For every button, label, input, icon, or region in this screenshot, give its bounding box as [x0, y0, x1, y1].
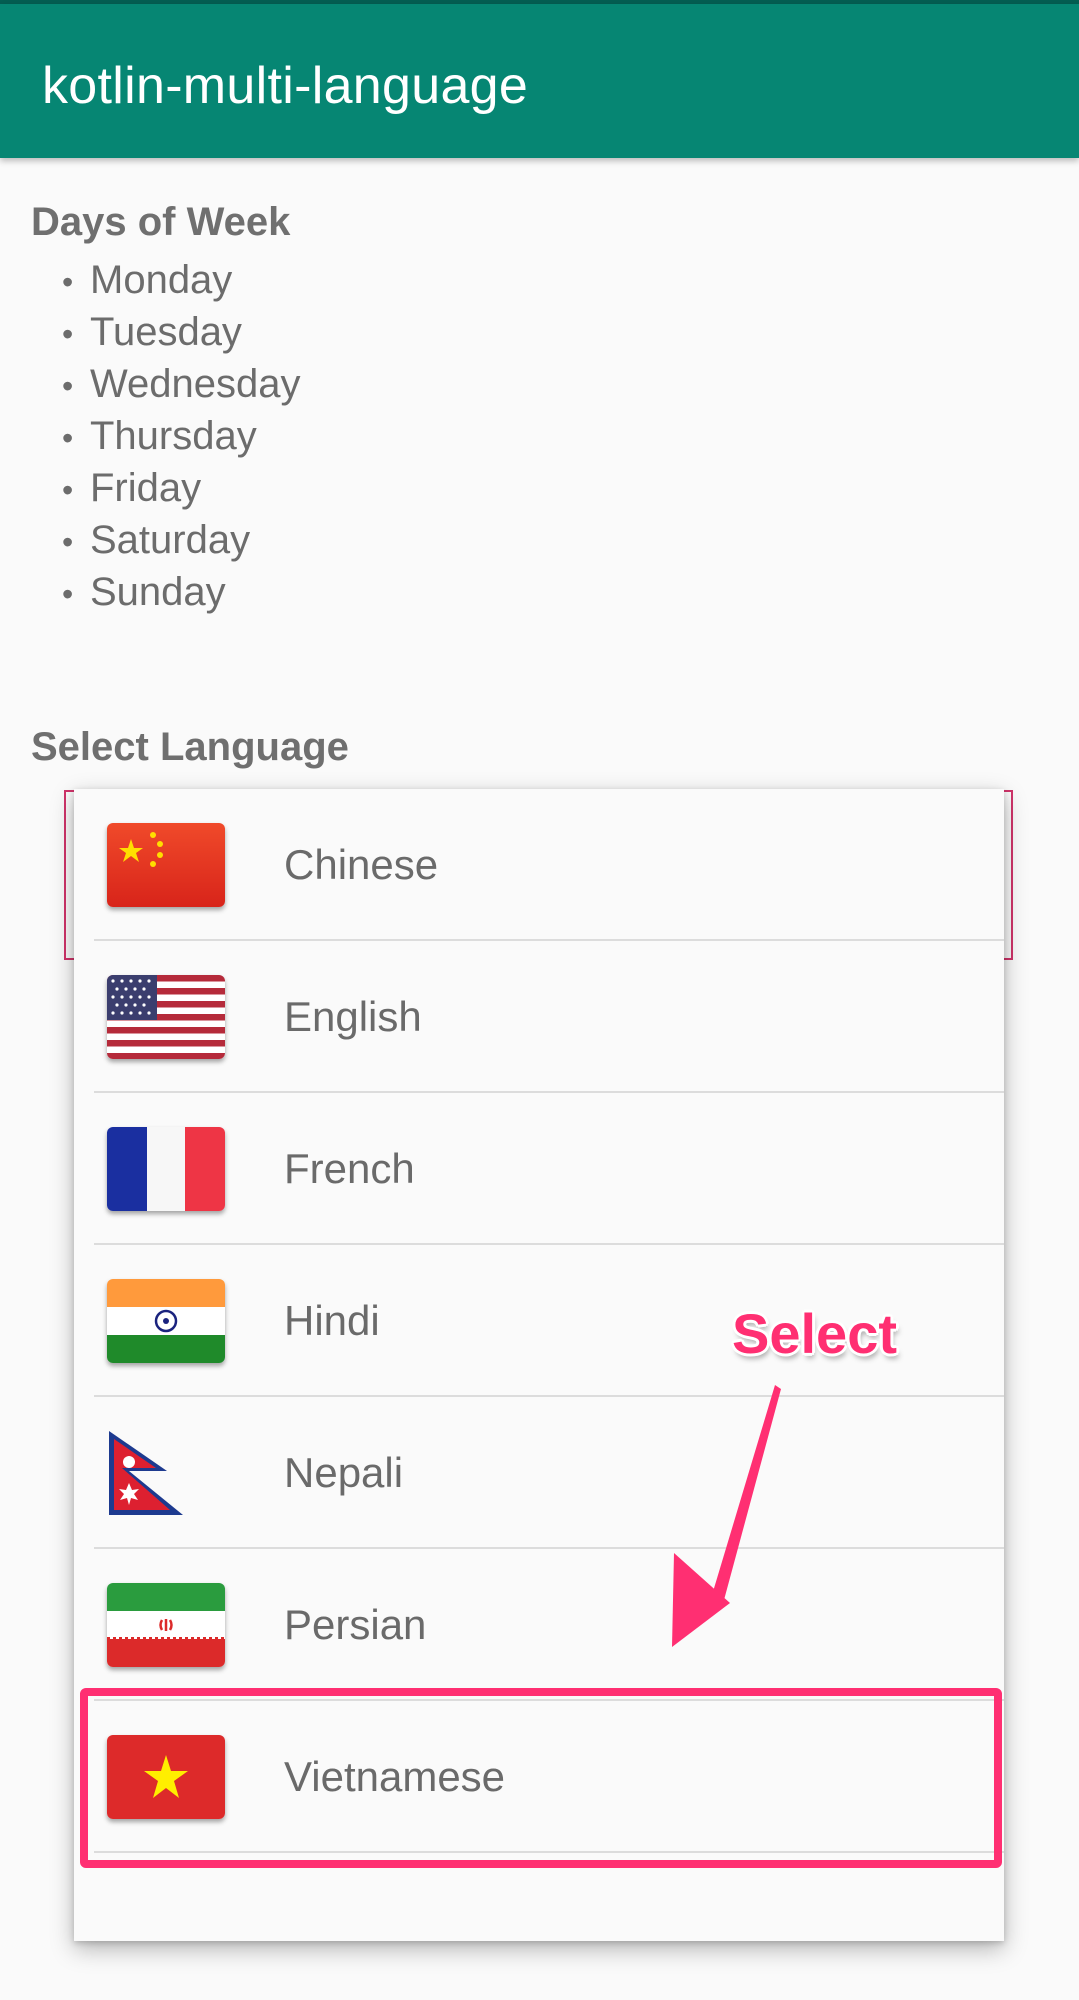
list-item: • Friday — [62, 466, 202, 510]
select-annotation: Select — [732, 1302, 897, 1365]
list-item: • Tuesday — [62, 310, 242, 354]
usa-flag-icon — [107, 975, 225, 1059]
china-flag-icon — [107, 823, 225, 907]
language-section-title: Select Language — [31, 725, 349, 769]
days-list: • Monday • Tuesday • Wednesday • Thursday • F… — [62, 254, 301, 618]
france-flag-icon — [107, 1127, 225, 1211]
iran-flag-icon — [107, 1583, 225, 1667]
list-item: • Thursday — [62, 414, 257, 458]
language-label: French — [284, 1145, 415, 1192]
language-option-persian[interactable]: Persian — [74, 1549, 1004, 1701]
india-flag-icon — [107, 1279, 225, 1363]
app-bar: kotlin-multi-language — [0, 4, 1079, 158]
language-label: Nepali — [284, 1449, 404, 1496]
language-option-english[interactable]: English — [74, 941, 1004, 1093]
language-option-french[interactable]: French — [74, 1093, 1004, 1245]
language-option-chinese[interactable]: Chinese — [74, 789, 1004, 941]
list-item: • Saturday — [62, 518, 251, 562]
list-item: • Sunday — [62, 570, 226, 614]
language-option-nepali[interactable]: Nepali — [74, 1397, 1004, 1549]
days-section-title: Days of Week — [31, 200, 291, 244]
language-label: English — [284, 993, 422, 1040]
pointer-arrow-icon — [672, 1385, 781, 1647]
list-item: • Monday — [62, 258, 233, 302]
app-title: kotlin-multi-language — [42, 57, 529, 115]
language-label: Hindi — [284, 1297, 380, 1344]
nepal-flag-icon — [107, 1431, 225, 1515]
language-label: Chinese — [284, 841, 439, 888]
language-label: Persian — [284, 1601, 427, 1648]
selection-highlight — [80, 1688, 1002, 1868]
list-item: • Wednesday — [62, 362, 301, 406]
